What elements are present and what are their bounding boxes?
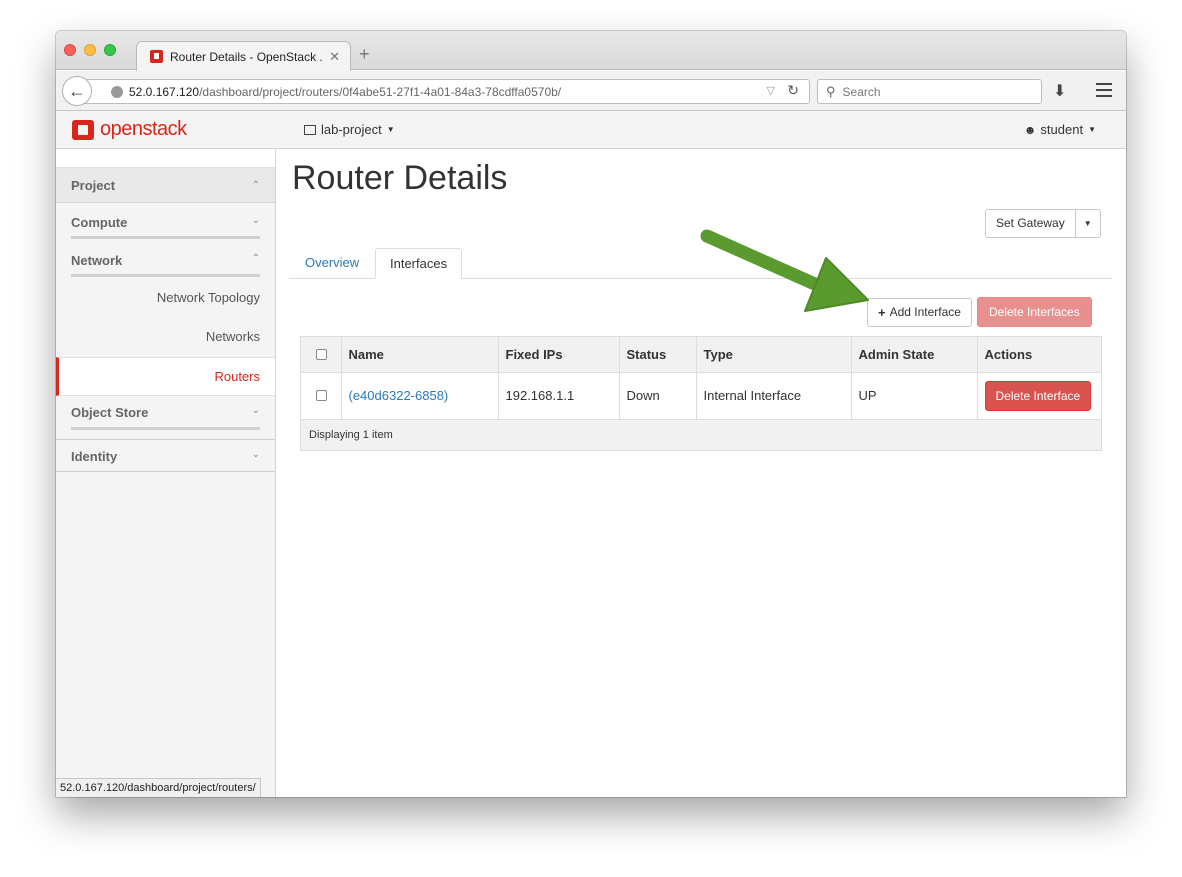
status-bar-url: 52.0.167.120/dashboard/project/routers/: [56, 778, 261, 797]
select-all-cell: [301, 337, 342, 373]
browser-window: Router Details - OpenStack ... ✕ + ← 52.…: [56, 31, 1126, 797]
project-name: lab-project: [321, 122, 382, 137]
search-input[interactable]: ⚲ Search: [817, 79, 1042, 104]
chevron-down-icon: ⌄: [251, 405, 260, 416]
back-button[interactable]: ←: [62, 76, 92, 106]
delete-interface-button[interactable]: Delete Interface: [984, 380, 1092, 411]
sidebar-group-label: Identity: [71, 449, 118, 464]
search-placeholder: Search: [842, 84, 881, 99]
column-header-name[interactable]: Name: [341, 337, 499, 373]
new-tab-button[interactable]: +: [359, 45, 370, 63]
sidebar-item-networks[interactable]: Networks: [56, 318, 275, 357]
column-header-actions: Actions: [977, 337, 1101, 373]
chevron-up-icon: ⌃: [251, 253, 260, 264]
sidebar-group-object-store[interactable]: Object Store ⌄: [56, 396, 275, 432]
chevron-down-icon: ⌄: [251, 449, 260, 460]
caret-down-icon: ▼: [1088, 125, 1096, 134]
search-icon: ⚲: [826, 83, 836, 99]
delete-interfaces-button[interactable]: Delete Interfaces: [977, 297, 1092, 327]
table-row: (e40d6322-6858) 192.168.1.1 Down Interna…: [301, 372, 1101, 420]
tab-interfaces[interactable]: Interfaces: [375, 248, 463, 279]
navigation-bar: ← 52.0.167.120/dashboard/project/routers…: [56, 71, 1126, 111]
set-gateway-button-group: Set Gateway ▼: [985, 209, 1101, 238]
url-host: 52.0.167.120: [129, 84, 200, 99]
tab-strip: Router Details - OpenStack ... ✕ +: [56, 31, 1126, 71]
sidebar-project-label: Project: [71, 177, 116, 193]
sidebar-project-header[interactable]: Project ⌃: [56, 168, 275, 203]
user-name: student: [1040, 122, 1084, 137]
maximize-window-button[interactable]: [104, 44, 116, 56]
column-header-type[interactable]: Type: [696, 337, 852, 373]
sidebar-top-strip: [56, 149, 275, 168]
column-header-admin-state[interactable]: Admin State: [851, 337, 978, 373]
row-select-cell: [301, 372, 342, 420]
project-icon: [304, 124, 316, 135]
sidebar-item-network-topology[interactable]: Network Topology: [56, 279, 275, 318]
add-interface-label: Add Interface: [889, 305, 961, 319]
divider: [71, 236, 260, 239]
select-all-checkbox[interactable]: [316, 348, 327, 360]
sidebar-item-label: Networks: [205, 329, 260, 344]
sidebar: Project ⌃ Compute ⌄ Network ⌃ Network To…: [56, 149, 276, 797]
hamburger-menu-icon[interactable]: [1096, 83, 1112, 97]
interfaces-table: Name Fixed IPs Status Type Admin State A…: [300, 336, 1102, 451]
fixed-ips-cell: 192.168.1.1: [498, 372, 620, 420]
status-cell: Down: [619, 372, 697, 420]
download-icon[interactable]: ⬇: [1053, 81, 1066, 101]
url-text: 52.0.167.120/dashboard/project/routers/0…: [129, 85, 561, 99]
detail-tabs: Overview Interfaces: [289, 248, 1112, 279]
row-checkbox[interactable]: [316, 390, 327, 401]
column-header-fixed-ips[interactable]: Fixed IPs: [498, 337, 620, 373]
back-arrow-icon: ←: [68, 80, 86, 101]
sidebar-item-label: Routers: [214, 369, 260, 384]
plus-icon: +: [878, 305, 886, 320]
user-menu[interactable]: ☻ student ▼: [1024, 122, 1096, 137]
sidebar-group-label: Network: [71, 253, 123, 268]
reload-icon[interactable]: ↻: [787, 82, 799, 99]
page-title: Router Details: [292, 159, 508, 197]
close-window-button[interactable]: [64, 44, 76, 56]
browser-tab[interactable]: Router Details - OpenStack ... ✕: [136, 41, 351, 71]
url-path: /dashboard/project/routers/0f4abe51-27f1…: [199, 84, 562, 99]
sidebar-group-identity[interactable]: Identity ⌄: [56, 439, 275, 472]
openstack-logo-icon: [72, 119, 94, 140]
table-header-row: Name Fixed IPs Status Type Admin State A…: [301, 337, 1101, 373]
set-gateway-button[interactable]: Set Gateway: [986, 210, 1076, 237]
openstack-logo-text: openstack: [100, 118, 187, 140]
sidebar-group-compute[interactable]: Compute ⌄: [56, 203, 275, 241]
actions-cell: Delete Interface: [977, 372, 1101, 420]
tab-close-icon[interactable]: ✕: [329, 49, 340, 65]
project-switcher[interactable]: lab-project ▼: [304, 122, 395, 137]
divider: [71, 274, 260, 277]
chevron-down-icon: ⌄: [251, 215, 260, 226]
openstack-logo[interactable]: openstack: [72, 118, 187, 141]
globe-icon: [111, 85, 123, 98]
add-interface-button[interactable]: + Add Interface: [867, 298, 972, 327]
openstack-favicon-icon: [150, 50, 163, 63]
divider: [71, 427, 260, 430]
interface-name-link[interactable]: (e40d6322-6858): [349, 388, 449, 403]
sidebar-item-label: Network Topology: [156, 290, 260, 305]
url-bar[interactable]: 52.0.167.120/dashboard/project/routers/0…: [82, 79, 810, 104]
table-footer: Displaying 1 item: [301, 419, 1101, 450]
url-dropdown-icon[interactable]: ▽: [767, 84, 775, 97]
openstack-header: openstack lab-project ▼ ☻ student ▼: [56, 111, 1126, 149]
caret-down-icon: ▼: [386, 125, 395, 134]
sidebar-group-label: Compute: [71, 215, 128, 230]
chevron-up-icon: ⌃: [251, 179, 260, 191]
tab-overview[interactable]: Overview: [291, 248, 373, 279]
minimize-window-button[interactable]: [84, 44, 96, 56]
sidebar-group-network[interactable]: Network ⌃: [56, 241, 275, 279]
user-icon: ☻: [1023, 122, 1037, 137]
caret-down-icon[interactable]: ▼: [1076, 210, 1100, 237]
interface-name-cell: (e40d6322-6858): [341, 372, 499, 420]
main-content: Router Details Set Gateway ▼ Overview In…: [277, 149, 1126, 797]
column-header-status[interactable]: Status: [619, 337, 697, 373]
browser-tab-title: Router Details - OpenStack ...: [170, 49, 324, 64]
type-cell: Internal Interface: [696, 372, 852, 420]
sidebar-group-label: Object Store: [71, 405, 149, 420]
admin-state-cell: UP: [851, 372, 978, 420]
sidebar-item-routers[interactable]: Routers: [56, 357, 275, 396]
